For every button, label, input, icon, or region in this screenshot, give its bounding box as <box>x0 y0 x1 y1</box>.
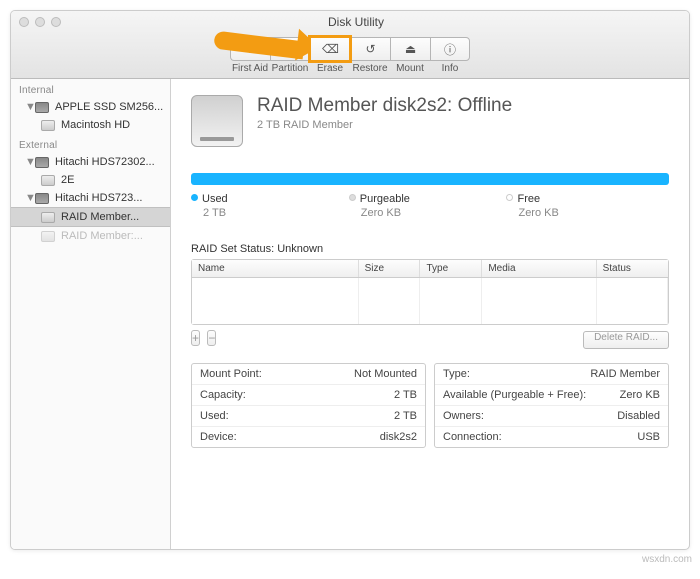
col-status[interactable]: Status <box>597 260 668 277</box>
info-key: Mount Point: <box>200 368 262 380</box>
info-val: Zero KB <box>620 389 660 401</box>
used-label: Used <box>202 193 228 205</box>
remove-button[interactable]: − <box>207 330 216 346</box>
toolbar: ✚ ◐ ⌫ ↺ ⏏ ⓘ <box>11 33 689 63</box>
drive-icon <box>35 157 49 168</box>
erase-icon: ⌫ <box>322 42 339 56</box>
usage-bar <box>191 173 669 185</box>
free-value: Zero KB <box>506 207 664 219</box>
raid-table-body <box>192 278 668 324</box>
restore-button[interactable]: ↺ <box>350 37 390 61</box>
toolbar-labels: First Aid Partition Erase Restore Mount … <box>11 63 689 78</box>
sidebar-item-hitachi-1[interactable]: ▼ Hitachi HDS72302... <box>11 153 170 171</box>
free-dot-icon <box>506 194 513 201</box>
restore-label: Restore <box>350 63 390 74</box>
erase-label: Erase <box>310 63 350 74</box>
sidebar-item-raid-member-2[interactable]: RAID Member:... <box>11 227 170 245</box>
col-type[interactable]: Type <box>420 260 482 277</box>
info-key: Device: <box>200 431 237 443</box>
sidebar-item-raid-member-selected[interactable]: RAID Member... <box>11 207 170 227</box>
info-val: RAID Member <box>590 368 660 380</box>
disclosure-triangle-icon[interactable]: ▼ <box>25 101 29 113</box>
volume-title: RAID Member disk2s2: Offline <box>257 95 512 117</box>
mount-label: Mount <box>390 63 430 74</box>
raid-status-label: RAID Set Status: Unknown <box>191 243 669 255</box>
sidebar-item-label: Hitachi HDS72302... <box>55 156 155 168</box>
restore-icon: ↺ <box>365 42 375 56</box>
sidebar-item-apple-ssd[interactable]: ▼ APPLE SSD SM256... <box>11 98 170 116</box>
info-box-right: Type: RAID Member Available (Purgeable + … <box>434 363 669 448</box>
erase-button[interactable]: ⌫ <box>310 37 350 61</box>
drive-icon <box>35 193 49 204</box>
volume-icon <box>41 175 55 186</box>
info-val: Disabled <box>617 410 660 422</box>
sidebar-item-label: Macintosh HD <box>61 119 130 131</box>
info-key: Capacity: <box>200 389 246 401</box>
sidebar: Internal ▼ APPLE SSD SM256... Macintosh H… <box>11 79 171 549</box>
info-key: Owners: <box>443 410 484 422</box>
sidebar-item-label: 2E <box>61 174 74 186</box>
info-key: Connection: <box>443 431 502 443</box>
used-dot-icon <box>191 194 198 201</box>
sidebar-item-label: APPLE SSD SM256... <box>55 101 163 113</box>
disclosure-triangle-icon[interactable]: ▼ <box>25 156 29 168</box>
sidebar-item-label: RAID Member... <box>61 211 139 223</box>
info-icon: ⓘ <box>444 41 456 58</box>
purgeable-dot-icon <box>349 194 356 201</box>
free-label: Free <box>517 193 540 205</box>
volume-subtitle: 2 TB RAID Member <box>257 119 512 131</box>
info-key: Available (Purgeable + Free): <box>443 389 586 401</box>
sidebar-item-label: RAID Member:... <box>61 230 143 242</box>
col-size[interactable]: Size <box>359 260 421 277</box>
drive-large-icon <box>191 95 243 147</box>
add-button[interactable]: + <box>191 330 200 346</box>
disclosure-triangle-icon[interactable]: ▼ <box>25 192 29 204</box>
info-val: USB <box>637 431 660 443</box>
first-aid-label: First Aid <box>230 63 270 74</box>
delete-raid-button[interactable]: Delete RAID... <box>583 331 669 349</box>
info-val: Not Mounted <box>354 368 417 380</box>
info-key: Used: <box>200 410 229 422</box>
mount-button[interactable]: ⏏ <box>390 37 430 61</box>
info-val: 2 TB <box>394 389 417 401</box>
volume-icon <box>41 231 55 242</box>
sidebar-item-hitachi-2[interactable]: ▼ Hitachi HDS723... <box>11 189 170 207</box>
used-value: 2 TB <box>191 207 349 219</box>
purgeable-label: Purgeable <box>360 193 410 205</box>
info-label: Info <box>430 63 470 74</box>
drive-icon <box>35 102 49 113</box>
sidebar-item-macintosh-hd[interactable]: Macintosh HD <box>11 116 170 134</box>
main-content: RAID Member disk2s2: Offline 2 TB RAID M… <box>171 79 689 549</box>
volume-icon <box>41 212 55 223</box>
usage-legend: Used 2 TB Purgeable Zero KB Free Zero KB <box>191 193 669 219</box>
close-window-button[interactable] <box>19 17 29 27</box>
app-window: Disk Utility ✚ ◐ ⌫ ↺ ⏏ ⓘ First Aid Parti… <box>10 10 690 550</box>
watermark: wsxdn.com <box>642 554 692 565</box>
purgeable-value: Zero KB <box>349 207 507 219</box>
sidebar-item-2e[interactable]: 2E <box>11 171 170 189</box>
col-name[interactable]: Name <box>192 260 359 277</box>
window-title: Disk Utility <box>31 15 681 29</box>
sidebar-item-label: Hitachi HDS723... <box>55 192 142 204</box>
sidebar-section-internal: Internal <box>11 79 170 98</box>
info-val: 2 TB <box>394 410 417 422</box>
info-key: Type: <box>443 368 470 380</box>
mount-icon: ⏏ <box>405 42 416 56</box>
volume-icon <box>41 120 55 131</box>
partition-label: Partition <box>270 63 310 74</box>
info-val: disk2s2 <box>380 431 417 443</box>
info-button[interactable]: ⓘ <box>430 37 470 61</box>
titlebar: Disk Utility ✚ ◐ ⌫ ↺ ⏏ ⓘ First Aid Parti… <box>11 11 689 79</box>
info-box-left: Mount Point: Not Mounted Capacity: 2 TB Us… <box>191 363 426 448</box>
raid-table: Name Size Type Media Status <box>191 259 669 325</box>
col-media[interactable]: Media <box>482 260 596 277</box>
sidebar-section-external: External <box>11 134 170 153</box>
